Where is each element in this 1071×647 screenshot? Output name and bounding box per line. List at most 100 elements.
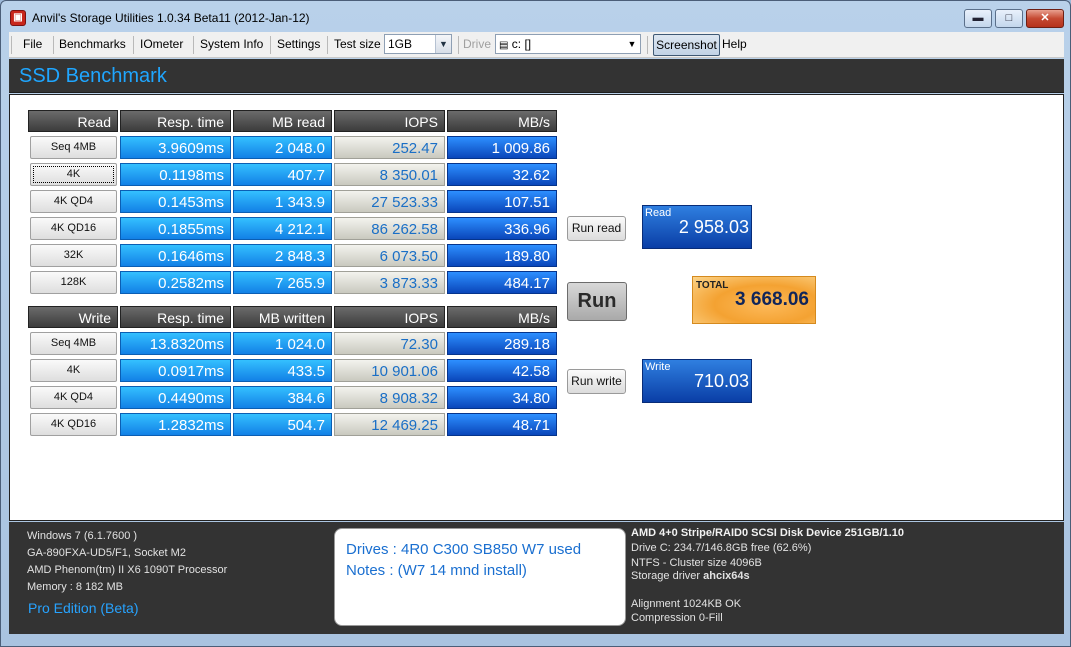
write-iops-cell: 72.30 (334, 332, 445, 355)
read-mb-cell: 2 848.3 (233, 244, 332, 267)
driver-label: Storage driver (631, 570, 701, 582)
window-title: Anvil's Storage Utilities 1.0.34 Beta11 … (32, 11, 310, 25)
chevron-down-icon[interactable]: ▼ (435, 35, 451, 53)
read-row-label[interactable]: 32K (30, 244, 117, 267)
read-header-label: Read (28, 110, 118, 132)
drive-select[interactable]: ▤ c: [] ▼ (495, 34, 641, 54)
read-iops-cell: 6 073.50 (334, 244, 445, 267)
read-resp-cell: 0.1198ms (120, 163, 231, 186)
test-size-select[interactable]: 1GB ▼ (384, 34, 452, 54)
write-header-mbs: MB/s (447, 306, 557, 328)
run-read-button[interactable]: Run read (567, 216, 626, 241)
minimize-button[interactable]: ▬ (964, 9, 992, 28)
maximize-button[interactable]: □ (995, 9, 1023, 28)
disk-title: AMD 4+0 Stripe/RAID0 SCSI Disk Device 25… (631, 527, 904, 539)
menu-system-info[interactable]: System Info (200, 37, 263, 51)
write-row-label[interactable]: Seq 4MB (30, 332, 117, 355)
maximize-icon: □ (1005, 12, 1013, 24)
read-row-label[interactable]: 4K (30, 163, 117, 186)
test-size-label: Test size (334, 37, 381, 51)
write-row-label[interactable]: 4K (30, 359, 117, 382)
drive-icon: ▤ (499, 40, 509, 51)
read-resp-cell: 0.1646ms (120, 244, 231, 267)
menu-separator (647, 36, 648, 54)
write-resp-cell: 0.4490ms (120, 386, 231, 409)
close-icon: ✕ (1040, 12, 1050, 24)
write-mbs-cell: 48.71 (447, 413, 557, 436)
write-resp-cell: 0.0917ms (120, 359, 231, 382)
minimize-icon: ▬ (972, 12, 984, 24)
disk-ntfs: NTFS - Cluster size 4096B (631, 557, 762, 569)
write-iops-cell: 12 469.25 (334, 413, 445, 436)
read-mb-cell: 407.7 (233, 163, 332, 186)
disk-driver: Storage driver ahcix64s (631, 570, 750, 582)
read-header-mb: MB read (233, 110, 332, 132)
read-mbs-cell: 107.51 (447, 190, 557, 213)
read-header-iops: IOPS (334, 110, 445, 132)
write-mbs-cell: 42.58 (447, 359, 557, 382)
read-mbs-cell: 32.62 (447, 163, 557, 186)
read-score-value: 2 958.03 (678, 217, 749, 237)
write-mb-cell: 433.5 (233, 359, 332, 382)
notes-drives: Drives : 4R0 C300 SB850 W7 used (346, 541, 582, 558)
menu-settings[interactable]: Settings (277, 37, 320, 51)
app-window: ▣ Anvil's Storage Utilities 1.0.34 Beta1… (0, 0, 1071, 647)
disk-alignment: Alignment 1024KB OK (631, 598, 742, 610)
write-row-label[interactable]: 4K QD16 (30, 413, 117, 436)
screenshot-button[interactable]: Screenshot (653, 34, 720, 56)
test-size-value: 1GB (388, 37, 413, 51)
notes-box[interactable]: Drives : 4R0 C300 SB850 W7 used Notes : … (334, 528, 626, 626)
read-mbs-cell: 484.17 (447, 271, 557, 294)
read-resp-cell: 3.9609ms (120, 136, 231, 159)
menu-benchmarks[interactable]: Benchmarks (59, 37, 126, 51)
write-header-label: Write (28, 306, 118, 328)
read-iops-cell: 27 523.33 (334, 190, 445, 213)
total-score-label: TOTAL (696, 280, 729, 291)
page-title: SSD Benchmark (19, 65, 167, 87)
read-score-label: Read (645, 207, 672, 219)
read-resp-cell: 0.1453ms (120, 190, 231, 213)
read-iops-cell: 3 873.33 (334, 271, 445, 294)
read-mb-cell: 2 048.0 (233, 136, 332, 159)
write-mb-cell: 1 024.0 (233, 332, 332, 355)
menu-separator (270, 36, 271, 54)
title-bar[interactable]: ▣ Anvil's Storage Utilities 1.0.34 Beta1… (1, 1, 1070, 31)
write-header-iops: IOPS (334, 306, 445, 328)
memory-info: Memory : 8 182 MB (27, 581, 123, 593)
read-row-label[interactable]: 4K QD4 (30, 190, 117, 213)
write-row-label[interactable]: 4K QD4 (30, 386, 117, 409)
close-button[interactable]: ✕ (1026, 9, 1064, 28)
read-row-label[interactable]: Seq 4MB (30, 136, 117, 159)
menu-iometer[interactable]: IOmeter (140, 37, 183, 51)
read-mb-cell: 4 212.1 (233, 217, 332, 240)
write-score-label: Write (645, 361, 671, 373)
system-info-footer: Windows 7 (6.1.7600 ) GA-890FXA-UD5/F1, … (9, 522, 1064, 634)
drive-value: c: [] (511, 37, 532, 51)
notes-text: Notes : (W7 14 mnd install) (346, 562, 527, 579)
write-iops-cell: 10 901.06 (334, 359, 445, 382)
menu-grip (11, 36, 12, 54)
menu-file[interactable]: File (23, 37, 42, 51)
menu-separator (53, 36, 54, 54)
read-row-label[interactable]: 128K (30, 271, 117, 294)
write-mbs-cell: 289.18 (447, 332, 557, 355)
write-mbs-cell: 34.80 (447, 386, 557, 409)
menu-help[interactable]: Help (722, 37, 747, 51)
board-info: GA-890FXA-UD5/F1, Socket M2 (27, 547, 186, 559)
run-write-button[interactable]: Run write (567, 369, 626, 394)
os-info: Windows 7 (6.1.7600 ) (27, 530, 138, 542)
edition-label: Pro Edition (Beta) (28, 600, 139, 616)
menu-separator (133, 36, 134, 54)
chevron-down-icon[interactable]: ▼ (626, 35, 638, 53)
write-header-resp: Resp. time (120, 306, 231, 328)
run-button[interactable]: Run (567, 282, 627, 321)
read-mbs-cell: 189.80 (447, 244, 557, 267)
read-score-box: Read 2 958.03 (642, 205, 752, 249)
read-row-label[interactable]: 4K QD16 (30, 217, 117, 240)
menu-separator (327, 36, 328, 54)
read-resp-cell: 0.1855ms (120, 217, 231, 240)
page-header: SSD Benchmark (9, 59, 1064, 93)
disk-compression: Compression 0-Fill (631, 612, 723, 624)
write-mb-cell: 504.7 (233, 413, 332, 436)
toolbox-icon: ▣ (10, 10, 26, 26)
